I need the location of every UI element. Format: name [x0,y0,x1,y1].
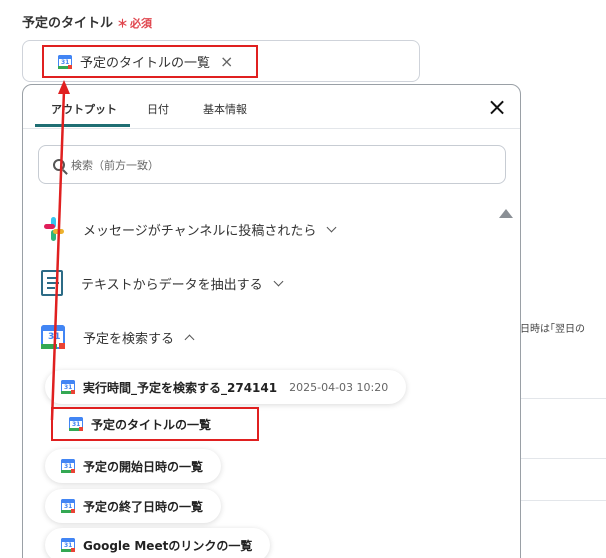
selected-value-chip[interactable]: 予定のタイトルの一覧 × [42,45,258,78]
chip-remove-icon[interactable]: × [220,53,233,70]
output-item-value: 2025-04-03 10:20 [289,380,389,394]
google-calendar-icon [41,325,65,349]
search-placeholder: 検索（前方一致） [71,158,159,172]
section-label: メッセージがチャンネルに投稿されたら [83,223,317,239]
output-item-highlighted[interactable]: 予定のタイトルの一覧 [51,407,259,441]
search-icon [53,158,65,171]
section-label: テキストからデータを抽出する [81,277,263,293]
google-calendar-icon [61,380,75,394]
field-label-text: 予定のタイトル [22,16,114,31]
google-calendar-icon [61,538,75,552]
output-picker-panel: アウトプット 日付 基本情報 × 検索（前方一致） メッセージがチャンネルに投稿… [22,84,521,558]
required-mark: ＊ [117,17,129,30]
output-item-label: Google Meetのリンクの一覧 [83,538,253,553]
active-tab-indicator [35,124,130,127]
google-calendar-icon [69,417,83,431]
output-item-label: 予定の終了日時の一覧 [83,499,204,514]
scroll-up-arrow-icon[interactable] [499,209,513,218]
chevron-down-icon [273,276,284,286]
search-input[interactable]: 検索（前方一致） [38,145,506,184]
background-divider [521,398,606,399]
slack-icon [41,217,65,241]
output-item-label: 予定のタイトルの一覧 [91,417,212,432]
output-item[interactable]: Google Meetのリンクの一覧 [45,528,271,558]
ocr-document-icon [41,270,63,296]
section-label: 予定を検索する [83,331,175,347]
output-item[interactable]: 予定の終了日時の一覧 [45,489,222,523]
output-item[interactable]: 実行時間_予定を検索する_274141 2025-04-03 10:20 [45,370,407,404]
chip-label: 予定のタイトルの一覧 [80,56,211,71]
required-text: 必須 [130,17,153,30]
background-hint-text: 了日時は｢翌日の [510,324,585,335]
app-root: 予定のタイトル＊必須 予定のタイトルの一覧 × 了日時は｢翌日の アウトプット … [0,0,606,558]
tab-bar: アウトプット 日付 基本情報 × [23,85,520,129]
section-search-events[interactable]: 予定を検索する [41,325,195,349]
output-item[interactable]: 予定の開始日時の一覧 [45,449,222,483]
section-slack-trigger[interactable]: メッセージがチャンネルに投稿されたら [41,217,337,241]
tab-date[interactable]: 日付 [147,101,169,117]
output-item-label: 予定の開始日時の一覧 [83,459,204,474]
section-text-extraction[interactable]: テキストからデータを抽出する [41,270,284,296]
close-icon[interactable]: × [487,95,507,119]
chevron-up-icon [184,334,195,344]
tab-output[interactable]: アウトプット [51,101,117,117]
background-divider [521,500,606,501]
output-item-label: 実行時間_予定を検索する_274141 [83,380,278,395]
background-divider [521,458,606,459]
google-calendar-icon [58,54,72,69]
chevron-down-icon [326,222,337,232]
field-label: 予定のタイトル＊必須 [22,12,152,31]
google-calendar-icon [61,459,75,473]
google-calendar-icon [61,499,75,513]
tab-basic-info[interactable]: 基本情報 [203,101,247,117]
